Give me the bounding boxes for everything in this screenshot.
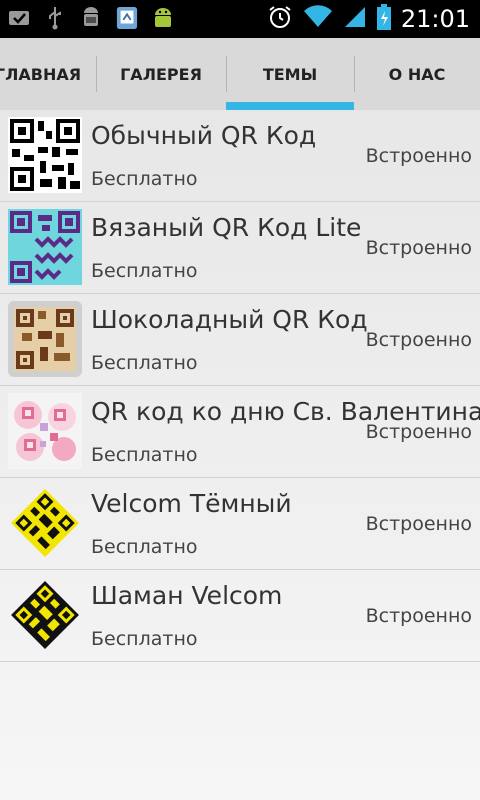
sd-card-icon	[116, 6, 138, 30]
theme-price: Бесплатно	[91, 536, 198, 558]
theme-price: Бесплатно	[91, 260, 198, 282]
usb-icon	[44, 6, 66, 30]
theme-title: Шоколадный QR Код	[91, 305, 368, 334]
theme-title: Обычный QR Код	[91, 121, 317, 150]
android-debug-icon	[80, 6, 102, 30]
qr-velcom-dark-thumbnail	[8, 485, 82, 561]
status-bar: 21:01	[0, 0, 480, 38]
theme-price: Бесплатно	[91, 444, 198, 466]
theme-status: Встроенно	[365, 421, 472, 443]
signal-icon	[343, 5, 367, 33]
tab-themes[interactable]: ТЕМЫ	[226, 38, 354, 110]
tab-bar: ГЛАВНАЯ ГАЛЕРЕЯ ТЕМЫ О НАС	[0, 38, 480, 110]
battery-icon	[376, 4, 391, 34]
notification-icons	[8, 6, 174, 30]
list-item[interactable]: Шоколадный QR Код Бесплатно Встроенно	[0, 294, 480, 386]
clock: 21:01	[400, 5, 470, 33]
android-icon	[152, 6, 174, 30]
list-item[interactable]: Шаман Velcom Бесплатно Встроенно	[0, 570, 480, 662]
mail-check-icon	[8, 6, 30, 30]
theme-status: Встроенно	[365, 237, 472, 259]
list-item[interactable]: Вязаный QR Код Lite Бесплатно Встроенно	[0, 202, 480, 294]
system-icons: 21:01	[267, 0, 470, 38]
tab-home[interactable]: ГЛАВНАЯ	[0, 38, 96, 110]
theme-price: Бесплатно	[91, 168, 198, 190]
tab-about[interactable]: О НАС	[354, 38, 480, 110]
qr-velcom-shaman-thumbnail	[8, 577, 82, 653]
theme-title: Шаман Velcom	[91, 581, 283, 610]
qr-plain-thumbnail	[8, 117, 82, 193]
themes-list: Обычный QR Код Бесплатно Встроенно Вязан…	[0, 110, 480, 800]
list-item[interactable]: Обычный QR Код Бесплатно Встроенно	[0, 110, 480, 202]
theme-price: Бесплатно	[91, 352, 198, 374]
qr-valentine-thumbnail	[8, 393, 82, 469]
theme-title: Вязаный QR Код Lite	[91, 213, 362, 242]
alarm-icon	[267, 4, 293, 34]
list-item[interactable]: QR код ко дню Св. Валентина Бесплатно Вс…	[0, 386, 480, 478]
qr-chocolate-thumbnail	[8, 301, 82, 377]
theme-status: Встроенно	[365, 513, 472, 535]
theme-price: Бесплатно	[91, 628, 198, 650]
list-item[interactable]: Velcom Тёмный Бесплатно Встроенно	[0, 478, 480, 570]
qr-knitted-thumbnail	[8, 209, 82, 285]
active-tab-indicator	[226, 102, 354, 110]
theme-status: Встроенно	[365, 329, 472, 351]
wifi-icon	[303, 5, 333, 33]
theme-status: Встроенно	[365, 145, 472, 167]
tab-gallery[interactable]: ГАЛЕРЕЯ	[96, 38, 226, 110]
theme-status: Встроенно	[365, 605, 472, 627]
theme-title: Velcom Тёмный	[91, 489, 292, 518]
